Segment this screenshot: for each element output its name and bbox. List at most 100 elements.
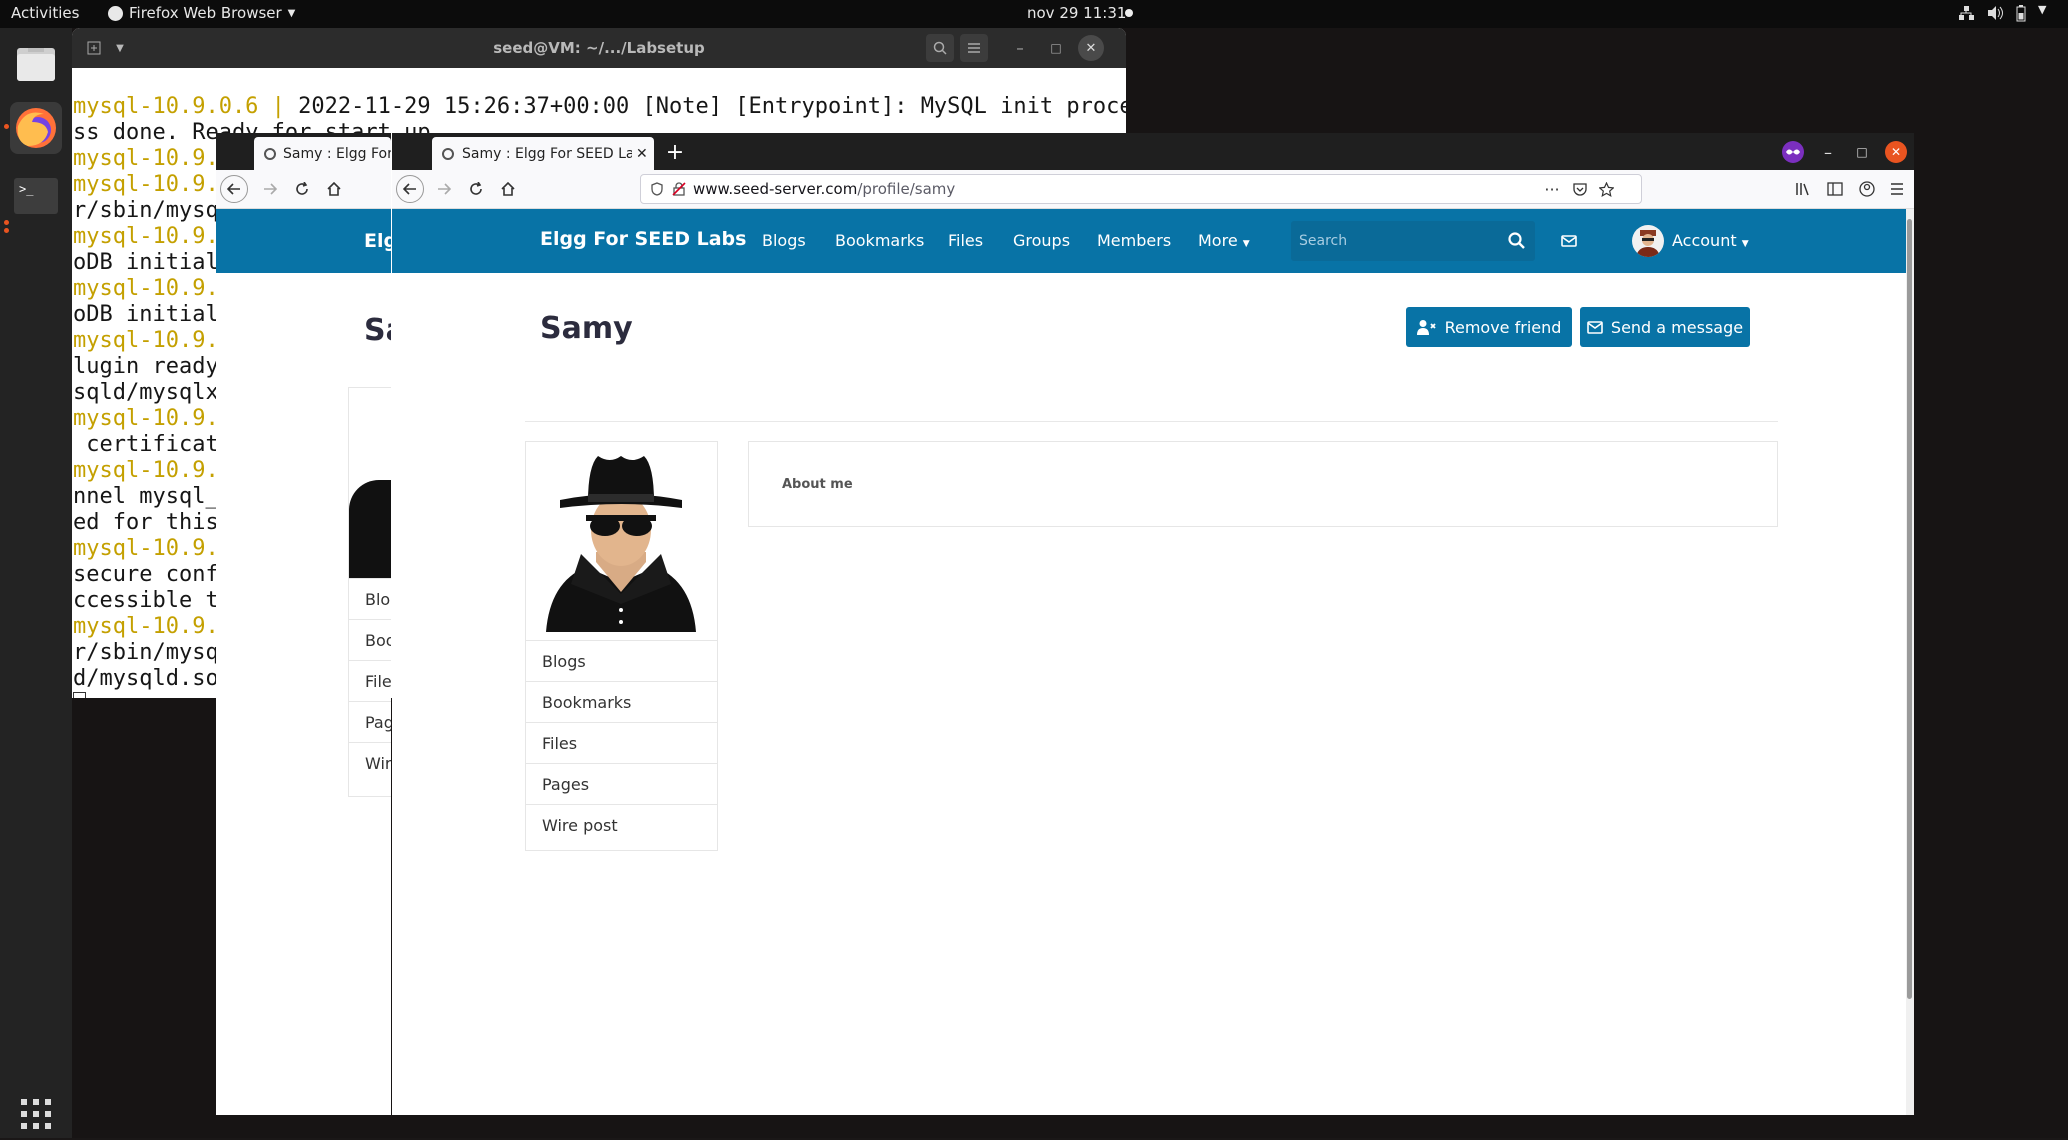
reload-icon[interactable] bbox=[462, 175, 490, 203]
background-owner-block: Blog Boo File Pag Wire bbox=[348, 387, 391, 797]
nav-more[interactable]: More ▼ bbox=[1198, 231, 1250, 250]
close-icon[interactable]: ✕ bbox=[1885, 141, 1907, 163]
dock: >_ bbox=[0, 28, 72, 1138]
private-browsing-icon bbox=[1782, 141, 1804, 163]
firefox-dock-item[interactable] bbox=[10, 102, 62, 154]
back-icon[interactable] bbox=[396, 175, 424, 203]
close-icon[interactable]: ✕ bbox=[1078, 35, 1104, 61]
scrollbar[interactable] bbox=[1906, 209, 1914, 1115]
terminal-dock-item[interactable]: >_ bbox=[10, 170, 62, 222]
profile-name: Samy bbox=[540, 311, 633, 346]
top-bar: Activities Firefox Web Browser ▼ nov 29 … bbox=[0, 0, 2068, 28]
owner-menu-pages[interactable]: Pages bbox=[526, 763, 717, 804]
nav-blogs[interactable]: Blogs bbox=[762, 231, 806, 250]
nav-members[interactable]: Members bbox=[1097, 231, 1171, 250]
url-bar[interactable]: www.seed-server.com/profile/samy ··· bbox=[640, 174, 1642, 204]
activities-button[interactable]: Activities bbox=[11, 4, 79, 22]
account-avatar[interactable] bbox=[1632, 225, 1664, 257]
divider bbox=[525, 421, 1778, 422]
profile-avatar[interactable] bbox=[526, 442, 717, 632]
background-menu-item[interactable]: Pag bbox=[349, 701, 391, 742]
notification-dot-icon bbox=[1125, 9, 1133, 17]
background-site-header: Elg bbox=[216, 209, 391, 273]
apps-grid-icon bbox=[21, 1099, 51, 1129]
pocket-icon[interactable] bbox=[1569, 178, 1591, 200]
sidebar-icon[interactable] bbox=[1824, 178, 1846, 200]
minimize-icon[interactable]: – bbox=[1006, 34, 1034, 62]
background-menu-item[interactable]: Blog bbox=[349, 578, 391, 619]
site-favicon-icon bbox=[264, 147, 276, 160]
page-actions-icon[interactable]: ··· bbox=[1541, 178, 1563, 200]
show-apps-button[interactable] bbox=[10, 1088, 62, 1140]
forward-icon[interactable] bbox=[256, 175, 284, 203]
tab-title: Samy : Elgg For SEED Lab bbox=[462, 145, 632, 162]
app-menu[interactable]: Firefox Web Browser ▼ bbox=[108, 4, 295, 22]
nav-bookmarks[interactable]: Bookmarks bbox=[835, 231, 924, 250]
system-menu-chevron-icon[interactable]: ▼ bbox=[2038, 3, 2046, 16]
firefox-icon bbox=[14, 106, 58, 150]
background-menu-item[interactable]: Boo bbox=[349, 619, 391, 660]
insecure-lock-icon[interactable] bbox=[671, 181, 687, 197]
shield-icon[interactable] bbox=[649, 181, 665, 197]
remove-friend-button[interactable]: Remove friend bbox=[1406, 307, 1572, 347]
tab-strip: Samy : Elgg For SEED Lab ✕ + – □ ✕ bbox=[392, 133, 1914, 170]
url-path: /profile/samy bbox=[857, 180, 956, 198]
browser-window[interactable]: Samy : Elgg For SEED Lab ✕ + – □ ✕ www.s… bbox=[392, 133, 1914, 1115]
send-message-button[interactable]: Send a message bbox=[1580, 307, 1750, 347]
background-menu-item[interactable]: Wire bbox=[349, 742, 391, 783]
terminal-cursor bbox=[73, 692, 86, 698]
nav-files[interactable]: Files bbox=[948, 231, 983, 250]
battery-icon[interactable] bbox=[2016, 5, 2026, 22]
envelope-icon bbox=[1587, 320, 1603, 334]
url-domain: www.seed-server.com bbox=[693, 180, 858, 198]
hamburger-menu-icon[interactable] bbox=[960, 34, 988, 62]
owner-menu-files[interactable]: Files bbox=[526, 722, 717, 763]
svg-text:>_: >_ bbox=[19, 182, 34, 196]
maximize-icon[interactable]: □ bbox=[1851, 141, 1873, 163]
owner-block: Blogs Bookmarks Files Pages Wire post bbox=[525, 441, 718, 851]
chevron-down-icon: ▼ bbox=[1741, 239, 1749, 249]
background-browser-window[interactable]: Samy : Elgg For S Elg Sa Blog Boo File P… bbox=[216, 133, 391, 1115]
about-me-label: About me bbox=[782, 477, 853, 492]
background-tab-strip: Samy : Elgg For S bbox=[216, 133, 391, 170]
library-icon[interactable] bbox=[1792, 178, 1814, 200]
maximize-icon[interactable]: □ bbox=[1042, 34, 1070, 62]
close-tab-icon[interactable]: ✕ bbox=[636, 146, 648, 162]
owner-menu-bookmarks[interactable]: Bookmarks bbox=[526, 681, 717, 722]
app-menu-icon[interactable] bbox=[1886, 178, 1908, 200]
owner-menu-blogs[interactable]: Blogs bbox=[526, 640, 717, 681]
background-menu-item[interactable]: File bbox=[349, 660, 391, 701]
files-dock-item[interactable] bbox=[10, 38, 62, 90]
forward-icon[interactable] bbox=[430, 175, 458, 203]
minimize-icon[interactable]: – bbox=[1817, 141, 1839, 163]
bookmark-star-icon[interactable] bbox=[1595, 178, 1617, 200]
files-icon bbox=[16, 45, 56, 83]
back-icon[interactable] bbox=[220, 175, 248, 203]
account-menu[interactable]: Account ▼ bbox=[1672, 231, 1749, 250]
account-icon[interactable] bbox=[1856, 178, 1878, 200]
reload-icon[interactable] bbox=[288, 175, 316, 203]
search-icon[interactable] bbox=[1508, 232, 1525, 249]
terminal-icon: >_ bbox=[14, 178, 58, 214]
firefox-small-icon bbox=[108, 5, 123, 21]
background-tab[interactable]: Samy : Elgg For S bbox=[254, 137, 391, 170]
search-icon[interactable] bbox=[926, 34, 954, 62]
home-icon[interactable] bbox=[494, 175, 522, 203]
home-icon[interactable] bbox=[320, 175, 348, 203]
owner-menu-wire-post[interactable]: Wire post bbox=[526, 804, 717, 845]
clock[interactable]: nov 29 11:31 bbox=[1027, 4, 1126, 22]
site-favicon-icon bbox=[442, 147, 454, 160]
nav-groups[interactable]: Groups bbox=[1013, 231, 1070, 250]
volume-icon[interactable] bbox=[1986, 5, 2004, 21]
terminal-titlebar[interactable]: ▼ seed@VM: ~/.../Labsetup – □ ✕ bbox=[72, 28, 1126, 68]
search-input[interactable]: Search bbox=[1291, 221, 1535, 261]
site-brand[interactable]: Elgg For SEED Labs bbox=[540, 228, 746, 250]
network-icon[interactable] bbox=[1958, 5, 1974, 21]
search-placeholder: Search bbox=[1299, 233, 1348, 249]
active-tab[interactable]: Samy : Elgg For SEED Lab ✕ bbox=[432, 137, 654, 170]
background-nav-bar bbox=[216, 170, 391, 209]
scrollbar-thumb[interactable] bbox=[1907, 219, 1912, 999]
background-profile-title: Sa bbox=[364, 313, 391, 348]
new-tab-icon[interactable]: + bbox=[662, 139, 688, 165]
messages-icon[interactable] bbox=[1558, 231, 1580, 251]
